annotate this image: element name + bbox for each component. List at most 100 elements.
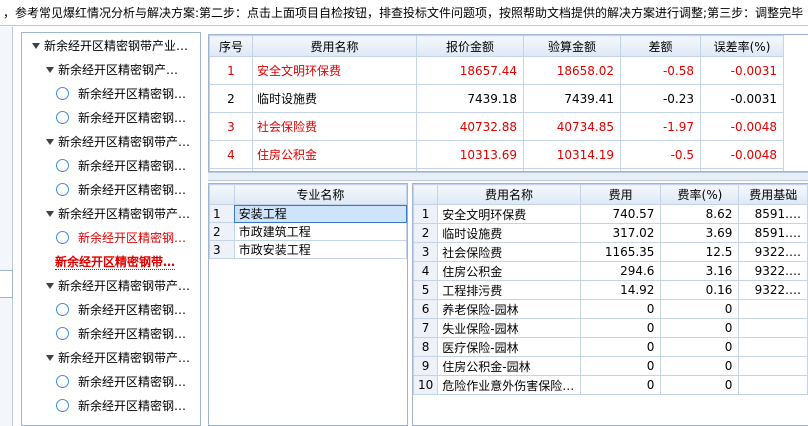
fee-column-header[interactable]: 序号 [209,35,253,57]
detail-cell-no: 3 [413,242,439,262]
detail-cell-no: 10 [413,375,439,395]
major-name-cell[interactable]: 市政建筑工程 [233,222,407,241]
major-table: 专业名称 1 安装工程 2 市政建筑工程 3 市政安装工程 [209,184,407,259]
tree-item[interactable]: 新余经开区精密钢带产业… [32,35,188,57]
table-row[interactable]: 2 临时设施费 317.02 3.69 8591.… [413,223,808,243]
fee-cell-name: 社会保险费 [252,112,417,141]
detail-cell-rate: 0.16 [660,280,740,300]
table-row[interactable]: 5 工程排污费 14.92 0.16 9322.… [413,280,808,300]
table-row[interactable]: 3 社会保险费 40732.88 40734.85 -1.97 -0.0048 [209,112,784,141]
tree-item[interactable]: 新余经开区精密钢带… [55,251,176,273]
detail-cell-fee: 1165.35 [579,242,662,262]
tree-item[interactable]: 新余经开区精密钢产… [46,59,178,81]
detail-cell-name: 住房公积金-园林 [437,356,581,376]
table-row[interactable]: 4 住房公积金 10313.69 10314.19 -0.5 -0.0048 [209,140,784,169]
tree-item[interactable]: 新余经开区精密钢… [56,107,186,129]
detail-cell-rate: 0 [660,356,740,376]
detail-column-header[interactable]: 费率(%) [660,184,740,205]
table-row[interactable]: 1 安全文明环保费 18657.44 18658.02 -0.58 -0.0031 [209,56,784,85]
table-row[interactable]: 7 失业保险-园林 0 0 [413,318,808,338]
table-row[interactable]: 2 市政建筑工程 [209,222,407,241]
table-row[interactable]: 2 临时设施费 7439.18 7439.41 -0.23 -0.0031 [209,84,784,113]
tree-item-label: 新余经开区精密钢… [78,303,187,317]
table-row[interactable]: 9 住房公积金-园林 0 0 [413,356,808,376]
detail-cell-rate: 8.62 [660,204,740,224]
item-circle-icon [56,327,69,340]
item-circle-icon [56,303,69,316]
item-circle-icon [56,111,69,124]
detail-column-header[interactable]: 费用名称 [437,184,581,205]
tree-item[interactable]: 新余经开区精密钢带产… [46,275,190,297]
tree-item[interactable]: 新余经开区精密钢… [56,371,186,393]
notice-bar: ，参考常见爆红情况分析与解决方案:第二步：点击上面项目自检按钮，排查投标文件问题… [0,0,808,26]
tree-item-label: 新余经开区精密钢… [78,327,187,341]
expand-arrow-icon[interactable] [46,354,54,361]
tree-item[interactable]: 新余经开区精密钢… [56,299,186,321]
table-row[interactable]: 1 安装工程 [209,204,407,223]
left-collapse-strip[interactable] [0,27,13,426]
fee-cell-check: 18658.02 [523,56,621,85]
tree-item[interactable]: 新余经开区精密钢… [56,323,186,345]
detail-column-header[interactable]: 费用 [579,184,662,205]
detail-cell-base: 8591.… [738,204,808,224]
fee-detail-table-panel: 费用名称 费用 费率(%) 费用基础 1 安全文明环保费 740.57 8.62 8591.…… [412,183,808,426]
tree-item[interactable]: 新余经开区精密钢… [56,227,186,249]
expand-arrow-icon[interactable] [46,282,54,289]
tree-item[interactable]: 新余经开区精密钢带产… [46,347,190,369]
tree-item-label: 新余经开区精密钢… [78,111,187,125]
tree-item[interactable]: 新余经开区精密钢… [56,155,186,177]
tree-item[interactable]: 新余经开区精密钢带产… [46,131,190,153]
detail-cell-no: 2 [413,223,439,243]
fee-cell-no: 4 [209,140,253,169]
detail-cell-rate: 3.69 [660,223,740,243]
major-name-cell[interactable]: 安装工程 [233,204,407,223]
fee-cell-quote: 7439.18 [416,84,524,113]
table-row[interactable]: 6 养老保险-园林 0 0 [413,299,808,319]
tree-item[interactable]: 新余经开区精密钢… [56,179,186,201]
table-row[interactable]: 4 住房公积金 294.6 3.16 9322.… [413,261,808,281]
fee-column-header[interactable]: 费用名称 [252,35,417,57]
table-row[interactable]: 10 危险作业意外伤害保险… 0 0 [413,375,808,395]
table-row[interactable]: 3 社会保险费 1165.35 12.5 9322.… [413,242,808,262]
expand-arrow-icon[interactable] [46,138,54,145]
fee-cell-no: 2 [209,84,253,113]
detail-cell-base: 9322.… [738,242,808,262]
table-row[interactable]: 1 安全文明环保费 740.57 8.62 8591.… [413,204,808,224]
fee-cell-check: 40734.85 [523,112,621,141]
tree-item[interactable]: 新余经开区精密钢… [56,395,186,417]
major-name-cell[interactable]: 市政安装工程 [233,240,407,259]
splitter-bar[interactable] [208,172,808,181]
detail-column-header[interactable]: 费用基础 [738,184,808,205]
table-row[interactable]: 3 市政安装工程 [209,240,407,259]
expand-arrow-icon[interactable] [46,66,54,73]
fee-cell-quote: 10313.69 [416,140,524,169]
expand-arrow-icon[interactable] [46,210,54,217]
detail-cell-base [738,299,808,319]
item-circle-icon [56,399,69,412]
fee-column-header[interactable]: 差额 [620,35,701,57]
project-tree: 新余经开区精密钢带产业… 新余经开区精密钢产… 新余经开区精密钢… 新余经开区精密钢…… [21,32,201,426]
detail-cell-fee: 740.57 [579,204,662,224]
expand-arrow-icon[interactable] [32,42,40,49]
row-number: 1 [209,204,235,223]
detail-cell-name: 住房公积金 [437,261,581,281]
fee-column-header[interactable]: 验算金额 [523,35,621,57]
tree-item[interactable]: 新余经开区精密钢… [56,83,186,105]
item-circle-icon [56,375,69,388]
detail-cell-name: 工程排污费 [437,280,581,300]
fee-column-header[interactable]: 报价金额 [416,35,524,57]
fee-column-header[interactable]: 误差率(%) [700,35,784,57]
fee-check-table: 序号 费用名称 报价金额 验算金额 差额 误差率(%) 1 安全文明环保费 18657.44 1… [209,35,784,171]
detail-cell-no: 5 [413,280,439,300]
tree-item[interactable]: 新余经开区精密钢带产… [46,203,190,225]
fee-cell-diff: -0.23 [620,84,701,113]
detail-cell-no: 1 [413,204,439,224]
collapse-handle[interactable] [0,270,13,298]
fee-cell-rate: -0.0031 [700,56,784,85]
fee-cell-no: 1 [209,56,253,85]
detail-cell-rate: 0 [660,375,740,395]
table-row[interactable]: 8 医疗保险-园林 0 0 [413,337,808,357]
major-table-panel: 专业名称 1 安装工程 2 市政建筑工程 3 市政安装工程 [208,183,408,426]
fee-cell-check: 10314.19 [523,140,621,169]
fee-cell-name: 临时设施费 [252,84,417,113]
